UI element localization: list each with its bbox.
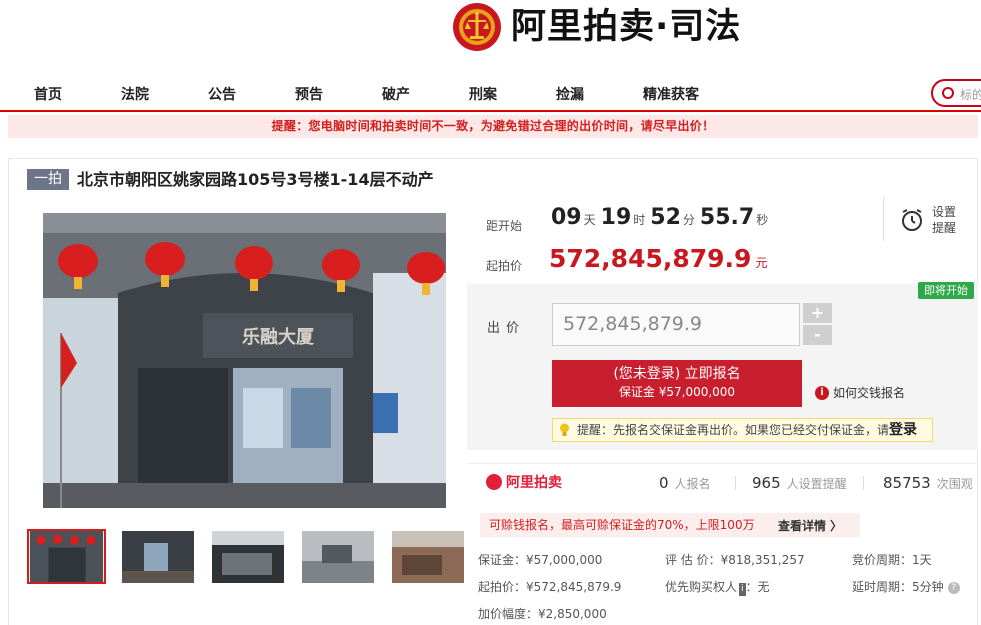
seconds-unit: 秒 [756, 213, 769, 227]
thumbnail-image [392, 531, 464, 583]
lot-title: 北京市朝阳区姚家园路105号3号楼1-14层不动产 [77, 170, 434, 189]
login-tip-text: 提醒：先报名交保证金再出价。如果您已经交付保证金，请 [577, 423, 890, 437]
help-icon[interactable]: ? [947, 581, 960, 594]
alarm-clock-icon[interactable] [900, 208, 924, 232]
countdown-label: 距开始 [486, 219, 523, 233]
how-to-register-link[interactable]: i 如何交钱报名 [815, 384, 905, 401]
set-reminder-button[interactable]: 设置 提醒 [932, 204, 956, 236]
nav-item-criminal[interactable]: 刑案 [469, 84, 497, 104]
countdown-hours: 19 [600, 205, 632, 230]
alipai-logo-icon [486, 474, 502, 490]
thumbnail-image [212, 531, 284, 583]
countdown-timer: 09 天 19 时 52 分 55.7 秒 [551, 205, 773, 230]
start-price-label: 起拍价 [486, 259, 523, 273]
search-icon [942, 87, 954, 99]
reminder-line-2: 提醒 [932, 221, 957, 235]
reminder-count: 965 人设置提醒 [752, 474, 847, 492]
start-price-info: 起拍价：¥572,845,879.9 [478, 580, 622, 594]
brand-name: 阿里拍卖 [506, 475, 562, 491]
time-warning-banner: 提醒：您电脑时间和拍卖时间不一致，为避免错过合理的出价时间，请尽早出价！ [8, 115, 978, 138]
court-emblem-icon [453, 3, 501, 51]
thumbnail-5[interactable] [392, 531, 464, 583]
start-price-unit: 元 [755, 256, 768, 270]
start-price-amount: 572,845,879.9 [549, 244, 752, 273]
thumbnail-3[interactable] [212, 531, 284, 583]
deposit-info: 保证金：¥57,000,000 [478, 553, 603, 567]
site-logo[interactable]: 阿里拍卖·司法 [452, 2, 741, 52]
nav-item-bankruptcy[interactable]: 破产 [382, 84, 410, 104]
countdown-minutes: 52 [650, 205, 681, 230]
main-photo[interactable]: 乐融大厦 [43, 213, 446, 508]
priority-buyer-info: 优先购买权人 i ：无 [665, 578, 770, 596]
days-unit: 天 [583, 213, 596, 227]
how-to-register-text: 如何交钱报名 [833, 386, 906, 400]
register-button-deposit: 保证金 ¥57,000,000 [618, 385, 736, 399]
increment-info: 加价幅度：¥2,850,000 [478, 607, 607, 621]
increase-bid-button[interactable]: + [803, 303, 832, 323]
status-badge: 即将开始 [918, 282, 974, 299]
register-button[interactable]: (您未登录) 立即报名 保证金 ¥57,000,000 [552, 360, 802, 407]
thumbnail-2[interactable] [122, 531, 194, 583]
reminder-unit: 人设置提醒 [786, 477, 847, 491]
alipai-brand: 阿里拍卖 [486, 472, 562, 492]
nav-item-court[interactable]: 法院 [121, 84, 149, 104]
extension-period-info: 延时周期：5分钟? [852, 578, 960, 595]
nav-item-preview[interactable]: 预告 [295, 84, 323, 104]
view-unit: 次围观 [936, 477, 973, 491]
nav-item-announcement[interactable]: 公告 [208, 84, 236, 104]
nav-item-leads[interactable]: 精准获客 [643, 84, 699, 104]
view-count: 85753 次围观 [883, 474, 973, 492]
logo-text: 阿里拍卖·司法 [511, 7, 742, 47]
lightbulb-icon [560, 423, 569, 436]
countdown-seconds: 55.7 [699, 205, 755, 230]
bidding-period-info: 竞价周期：1天 [852, 553, 932, 567]
view-details-link[interactable]: 查看详情 〉 [778, 517, 842, 534]
main-nav: 首页 法院 公告 预告 破产 刑案 捡漏 精准获客 [0, 73, 981, 112]
bid-label: 出价 [487, 321, 526, 336]
info-icon: i [815, 385, 829, 400]
register-button-label: (您未登录) 立即报名 [613, 366, 741, 382]
divider [883, 197, 884, 241]
reminder-line-1: 设置 [932, 205, 957, 219]
building-entrance-image: 乐融大厦 [43, 213, 446, 508]
appraisal-info: 评 估 价：¥818,351,257 [665, 553, 805, 567]
priority-buyer-value: ：无 [745, 580, 770, 594]
signup-unit: 人报名 [674, 477, 711, 491]
auction-page: 阿里拍卖·司法 首页 法院 公告 预告 破产 刑案 捡漏 精准获客 标的 提醒：… [0, 0, 981, 625]
thumbnail-4[interactable] [302, 531, 374, 583]
start-price-value: 572,845,879.9 元 [549, 244, 767, 273]
extension-period-text: 延时周期：5分钟 [852, 580, 944, 594]
nav-item-home[interactable]: 首页 [34, 84, 62, 104]
minutes-unit: 分 [682, 213, 695, 227]
reminder-value: 965 [752, 474, 781, 492]
auction-round-badge: 一拍 [27, 169, 69, 190]
login-link[interactable]: 登录 [889, 422, 917, 438]
hours-unit: 时 [633, 213, 646, 227]
building-sign: 乐融大厦 [242, 326, 315, 348]
thumbnail-image [122, 531, 194, 583]
nav-item-bargain[interactable]: 捡漏 [556, 84, 584, 104]
thumbnail-image [302, 531, 374, 583]
search-input[interactable]: 标的 [931, 79, 981, 107]
divider [735, 476, 736, 490]
decrease-bid-button[interactable]: - [803, 325, 832, 345]
divider [863, 476, 864, 490]
view-value: 85753 [883, 474, 931, 492]
login-tip: 提醒：先报名交保证金再出价。如果您已经交付保证金，请登录 [552, 418, 933, 442]
bid-amount-input[interactable]: 572,845,879.9 [552, 303, 800, 346]
signup-value: 0 [659, 474, 669, 492]
thumbnail-image [29, 531, 104, 582]
thumbnail-1[interactable] [27, 529, 106, 584]
search-placeholder: 标的 [960, 88, 981, 102]
signup-count: 0 人报名 [659, 474, 711, 492]
countdown-days: 09 [551, 205, 582, 230]
priority-buyer-label: 优先购买权人 [665, 580, 738, 594]
